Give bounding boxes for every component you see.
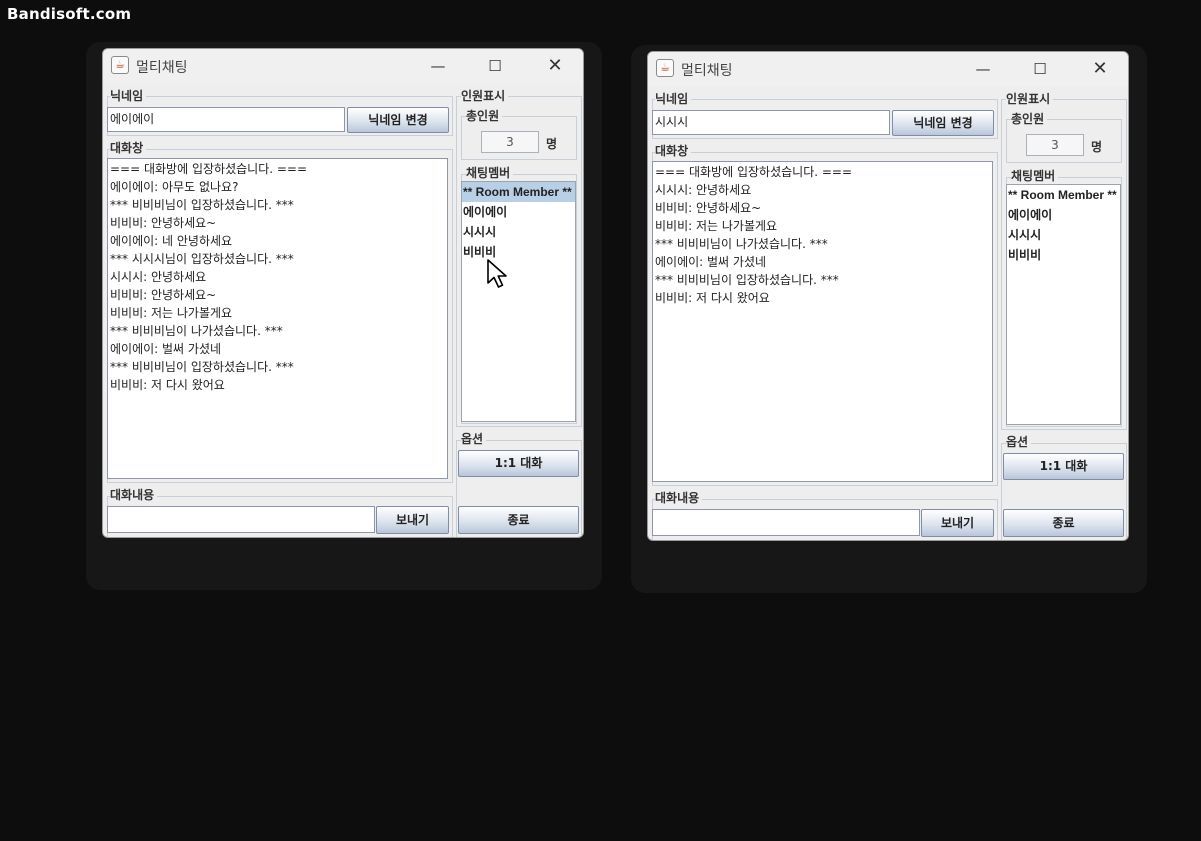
chat-line: *** 비비비님이 나가셨습니다. *** bbox=[110, 324, 283, 338]
exit-button[interactable]: 종료 bbox=[458, 506, 579, 534]
people-legend: 인원표시 bbox=[461, 87, 509, 104]
maximize-icon[interactable]: ☐ bbox=[472, 52, 518, 80]
nickname-input[interactable]: 시시시 bbox=[652, 110, 890, 135]
minimize-icon[interactable]: — bbox=[415, 52, 461, 80]
chat-line: 비비비: 저 다시 왔어요 bbox=[655, 291, 770, 305]
message-input[interactable] bbox=[652, 509, 920, 536]
nickname-input[interactable]: 에이에이 bbox=[107, 107, 345, 132]
maximize-icon[interactable]: ☐ bbox=[1017, 55, 1063, 83]
chat-line: 에이에이: 벌써 가셨네 bbox=[110, 342, 222, 356]
total-count-field: 3 bbox=[481, 131, 539, 153]
close-icon[interactable]: ✕ bbox=[532, 52, 578, 80]
chat-legend: 대화창 bbox=[655, 142, 692, 159]
member-list-item[interactable]: 시시시 bbox=[1007, 225, 1120, 245]
chat-line: *** 시시시님이 입장하셨습니다. *** bbox=[110, 252, 294, 266]
chat-line: 에이에이: 벌써 가셨네 bbox=[655, 255, 767, 269]
chat-line: *** 비비비님이 입장하셨습니다. *** bbox=[110, 360, 294, 374]
chat-line: *** 비비비님이 입장하셨습니다. *** bbox=[110, 198, 294, 212]
chat-line: 에이에이: 네 안녕하세요 bbox=[110, 234, 233, 248]
chat-line: 비비비: 안녕하세요~ bbox=[110, 288, 217, 302]
nickname-legend: 닉네임 bbox=[110, 87, 147, 104]
private-chat-button[interactable]: 1:1 대화 bbox=[1003, 453, 1124, 480]
total-unit-label: 명 bbox=[546, 137, 558, 151]
chat-line: 시시시: 안녕하세요 bbox=[655, 183, 752, 197]
options-legend: 옵션 bbox=[461, 430, 487, 447]
java-app-icon: ☕ bbox=[111, 56, 129, 74]
send-button[interactable]: 보내기 bbox=[921, 509, 994, 537]
exit-button[interactable]: 종료 bbox=[1003, 509, 1124, 537]
member-list-item[interactable]: 에이에이 bbox=[1007, 205, 1120, 225]
member-list-item[interactable]: ** Room Member ** bbox=[462, 182, 575, 202]
chat-line: 비비비: 저는 나가볼게요 bbox=[110, 306, 233, 320]
total-unit-label: 명 bbox=[1091, 140, 1103, 154]
chat-line: 비비비: 안녕하세요~ bbox=[110, 216, 217, 230]
change-nickname-button[interactable]: 닉네임 변경 bbox=[347, 107, 449, 133]
chat-line: 비비비: 안녕하세요~ bbox=[655, 201, 762, 215]
member-list-item[interactable]: 비비비 bbox=[462, 242, 575, 262]
message-legend: 대화내용 bbox=[110, 486, 158, 503]
member-list-item[interactable]: 에이에이 bbox=[462, 202, 575, 222]
member-list-item[interactable]: 비비비 bbox=[1007, 245, 1120, 265]
total-count-field: 3 bbox=[1026, 134, 1084, 156]
chat-line: 시시시: 안녕하세요 bbox=[110, 270, 207, 284]
window-title: 멀티채팅 bbox=[681, 63, 733, 79]
members-legend: 채팅멤버 bbox=[1011, 167, 1059, 184]
mouse-pointer-icon bbox=[487, 259, 507, 288]
member-list[interactable]: ** Room Member ** 에이에이 시시시 비비비 bbox=[461, 181, 576, 422]
chat-text-area[interactable]: === 대화방에 입장하셨습니다. === 에이에이: 아무도 없나요? ***… bbox=[107, 158, 448, 479]
chat-line: *** 비비비님이 입장하셨습니다. *** bbox=[655, 273, 839, 287]
member-list-item[interactable]: 시시시 bbox=[462, 222, 575, 242]
message-legend: 대화내용 bbox=[655, 489, 703, 506]
window-title: 멀티채팅 bbox=[136, 60, 188, 76]
private-chat-button[interactable]: 1:1 대화 bbox=[458, 450, 579, 477]
chat-line: === 대화방에 입장하셨습니다. === bbox=[110, 162, 308, 176]
java-app-icon: ☕ bbox=[656, 59, 674, 77]
members-legend: 채팅멤버 bbox=[466, 164, 514, 181]
chat-text-area[interactable]: === 대화방에 입장하셨습니다. === 시시시: 안녕하세요 비비비: 안녕… bbox=[652, 161, 993, 482]
title-bar[interactable]: ☕ 멀티채팅 — ☐ ✕ bbox=[648, 52, 1128, 86]
chat-window-2[interactable]: ☕ 멀티채팅 — ☐ ✕ 닉네임 시시시 닉네임 변경 대화창 === 대화방에… bbox=[647, 51, 1129, 541]
chat-line: 에이에이: 아무도 없나요? bbox=[110, 180, 239, 194]
chat-legend: 대화창 bbox=[110, 139, 147, 156]
send-button[interactable]: 보내기 bbox=[376, 506, 449, 534]
chat-line: 비비비: 저는 나가볼게요 bbox=[655, 219, 778, 233]
member-list[interactable]: ** Room Member ** 에이에이 시시시 비비비 bbox=[1006, 184, 1121, 425]
nickname-legend: 닉네임 bbox=[655, 90, 692, 107]
close-icon[interactable]: ✕ bbox=[1077, 55, 1123, 83]
minimize-icon[interactable]: — bbox=[960, 55, 1006, 83]
member-list-item[interactable]: ** Room Member ** bbox=[1007, 185, 1120, 205]
people-legend: 인원표시 bbox=[1006, 90, 1054, 107]
chat-window-1[interactable]: ☕ 멀티채팅 — ☐ ✕ 닉네임 에이에이 닉네임 변경 대화창 === 대화방… bbox=[102, 48, 584, 538]
message-input[interactable] bbox=[107, 506, 375, 533]
total-legend: 총인원 bbox=[1011, 110, 1048, 127]
change-nickname-button[interactable]: 닉네임 변경 bbox=[892, 110, 994, 136]
bandisoft-watermark: Bandisoft.com bbox=[7, 5, 132, 23]
total-legend: 총인원 bbox=[466, 107, 503, 124]
chat-line: 비비비: 저 다시 왔어요 bbox=[110, 378, 225, 392]
chat-line: *** 비비비님이 나가셨습니다. *** bbox=[655, 237, 828, 251]
chat-line: === 대화방에 입장하셨습니다. === bbox=[655, 165, 853, 179]
options-legend: 옵션 bbox=[1006, 433, 1032, 450]
title-bar[interactable]: ☕ 멀티채팅 — ☐ ✕ bbox=[103, 49, 583, 83]
